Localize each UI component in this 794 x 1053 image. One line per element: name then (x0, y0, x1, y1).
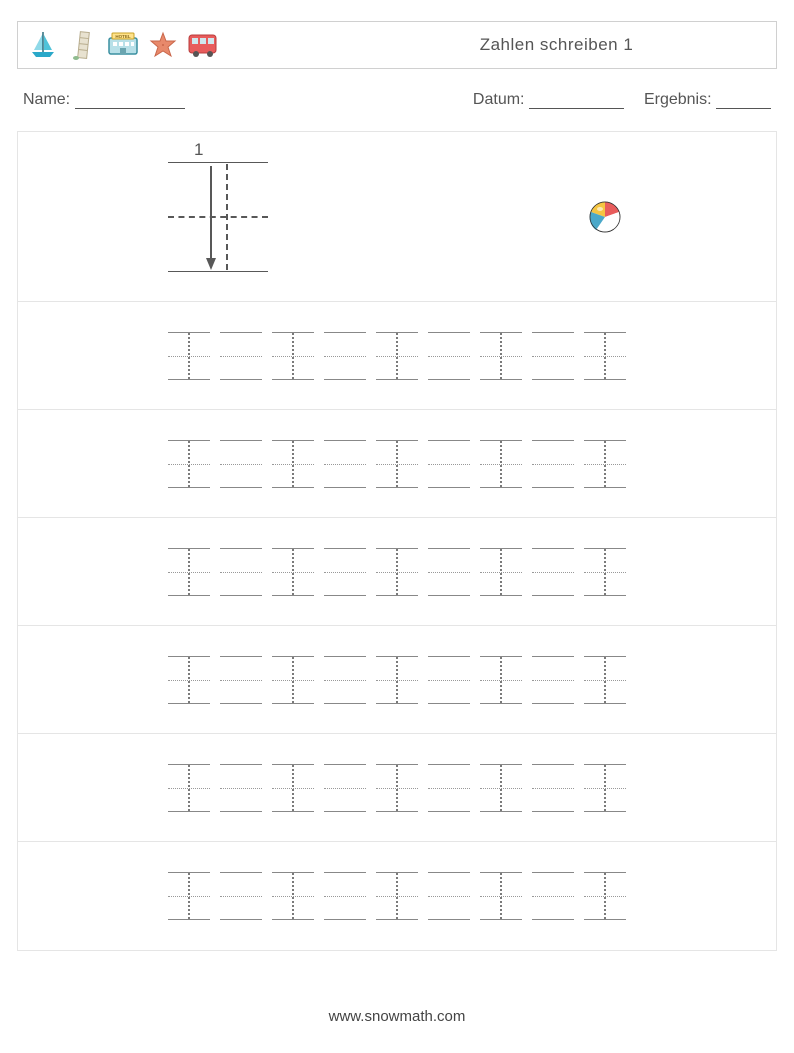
stroke-label: 1 (194, 140, 203, 160)
practice-row (18, 410, 776, 518)
starfish-icon (146, 28, 180, 62)
trace-cell[interactable] (584, 764, 626, 812)
worksheet-title: Zahlen schreiben 1 (397, 35, 716, 55)
trace-cell[interactable] (272, 440, 314, 488)
trace-cell[interactable] (480, 872, 522, 920)
blank-cell[interactable] (532, 332, 574, 380)
blank-cell[interactable] (532, 440, 574, 488)
trace-cell[interactable] (272, 548, 314, 596)
demo-row: 1 (18, 132, 776, 302)
blank-cell[interactable] (324, 872, 366, 920)
blank-cell[interactable] (220, 332, 262, 380)
header-bar: HOTEL Zahlen schre (17, 21, 777, 69)
practice-row (18, 842, 776, 950)
date-field: Datum: (473, 91, 624, 109)
date-blank[interactable] (529, 93, 624, 109)
trace-cell[interactable] (168, 872, 210, 920)
practice-row (18, 626, 776, 734)
blank-cell[interactable] (220, 764, 262, 812)
svg-text:HOTEL: HOTEL (115, 34, 131, 39)
blank-cell[interactable] (220, 656, 262, 704)
trace-cell[interactable] (272, 656, 314, 704)
trace-cell[interactable] (376, 548, 418, 596)
blank-cell[interactable] (428, 440, 470, 488)
hotel-icon: HOTEL (106, 28, 140, 62)
blank-cell[interactable] (532, 872, 574, 920)
blank-cell[interactable] (324, 332, 366, 380)
blank-cell[interactable] (324, 548, 366, 596)
blank-cell[interactable] (324, 656, 366, 704)
name-blank[interactable] (75, 93, 185, 109)
practice-row (18, 518, 776, 626)
practice-rows (18, 302, 776, 950)
date-label: Datum: (473, 91, 525, 108)
info-row: Name: Datum: Ergebnis: (17, 91, 777, 109)
blank-cell[interactable] (428, 332, 470, 380)
number-demo: 1 (168, 162, 268, 272)
blank-cell[interactable] (428, 548, 470, 596)
blank-cell[interactable] (324, 440, 366, 488)
trace-cell[interactable] (376, 332, 418, 380)
blank-cell[interactable] (428, 872, 470, 920)
trace-cell[interactable] (480, 548, 522, 596)
result-label: Ergebnis: (644, 91, 712, 108)
trace-cell[interactable] (272, 764, 314, 812)
sailboat-icon (26, 28, 60, 62)
trace-cell[interactable] (584, 440, 626, 488)
practice-row (18, 302, 776, 410)
trace-cell[interactable] (480, 656, 522, 704)
trace-cell[interactable] (480, 332, 522, 380)
bus-icon (186, 28, 220, 62)
trace-cell[interactable] (376, 440, 418, 488)
trace-cell[interactable] (584, 332, 626, 380)
trace-cell[interactable] (376, 656, 418, 704)
blank-cell[interactable] (532, 764, 574, 812)
trace-cell[interactable] (584, 548, 626, 596)
trace-cell[interactable] (376, 764, 418, 812)
trace-cell[interactable] (168, 332, 210, 380)
name-field: Name: (23, 91, 473, 109)
blank-cell[interactable] (428, 656, 470, 704)
blank-cell[interactable] (532, 548, 574, 596)
stroke-arrow-icon (204, 164, 218, 270)
practice-row (18, 734, 776, 842)
trace-cell[interactable] (584, 656, 626, 704)
result-field: Ergebnis: (644, 91, 771, 109)
footer-url: www.snowmath.com (0, 1008, 794, 1025)
worksheet-box: 1 (17, 131, 777, 951)
beach-ball-icon (588, 200, 622, 234)
blank-cell[interactable] (220, 440, 262, 488)
trace-cell[interactable] (168, 764, 210, 812)
blank-cell[interactable] (428, 764, 470, 812)
blank-cell[interactable] (532, 656, 574, 704)
name-label: Name: (23, 91, 70, 108)
result-blank[interactable] (716, 93, 771, 109)
trace-cell[interactable] (168, 440, 210, 488)
trace-cell[interactable] (480, 440, 522, 488)
trace-cell[interactable] (168, 656, 210, 704)
trace-cell[interactable] (168, 548, 210, 596)
blank-cell[interactable] (324, 764, 366, 812)
header-icons: HOTEL (26, 28, 220, 62)
leaning-tower-icon (66, 28, 100, 62)
trace-cell[interactable] (272, 872, 314, 920)
blank-cell[interactable] (220, 872, 262, 920)
trace-cell[interactable] (376, 872, 418, 920)
blank-cell[interactable] (220, 548, 262, 596)
trace-cell[interactable] (584, 872, 626, 920)
trace-cell[interactable] (480, 764, 522, 812)
trace-cell[interactable] (272, 332, 314, 380)
